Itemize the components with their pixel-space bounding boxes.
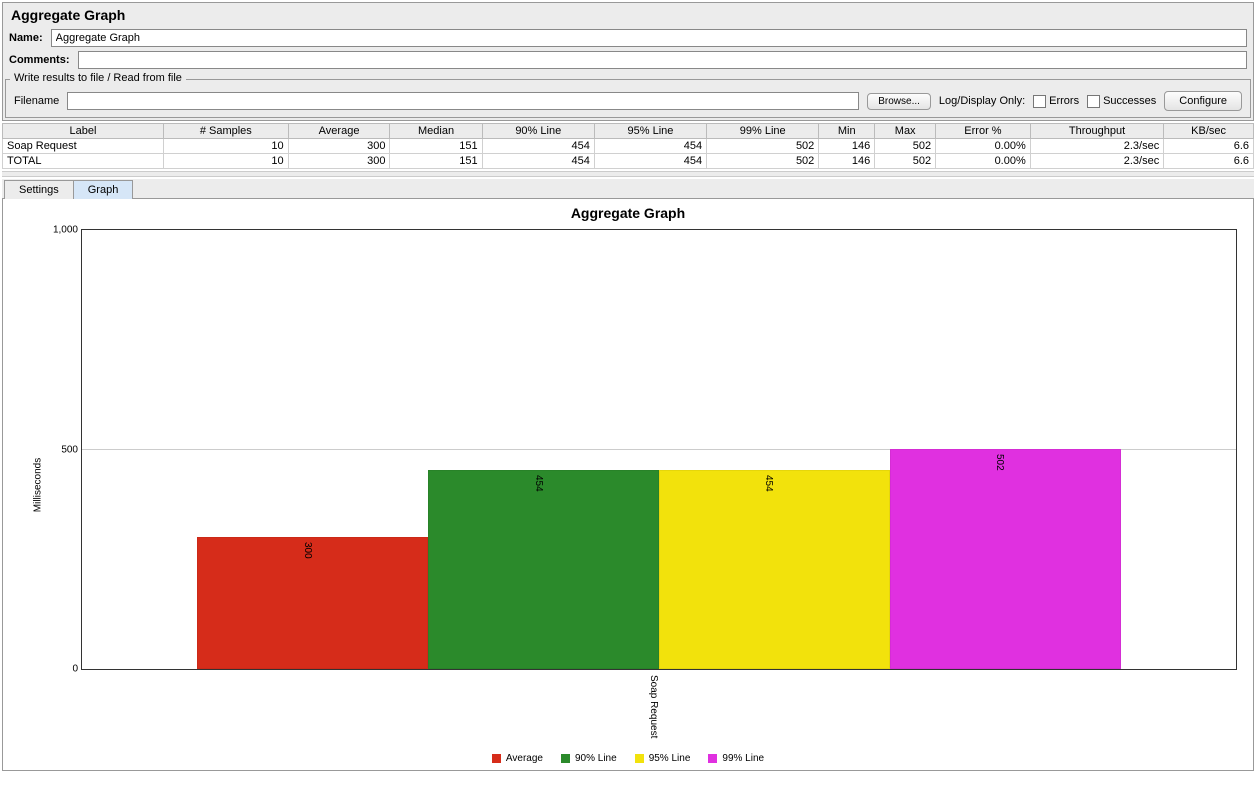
file-legend: Write results to file / Read from file	[10, 72, 186, 84]
table-cell: 502	[875, 154, 936, 169]
table-header[interactable]: Average	[288, 124, 390, 139]
errors-label: Errors	[1049, 95, 1079, 107]
tab-settings[interactable]: Settings	[4, 180, 74, 199]
bar-value-label: 300	[302, 542, 313, 559]
successes-label: Successes	[1103, 95, 1156, 107]
tab-bar: Settings Graph	[2, 179, 1254, 199]
table-header[interactable]: Error %	[936, 124, 1031, 139]
logdisplay-label: Log/Display Only:	[939, 95, 1025, 107]
configure-button[interactable]: Configure	[1164, 91, 1242, 111]
legend-swatch	[492, 754, 501, 763]
table-header[interactable]: Label	[3, 124, 164, 139]
legend-label: 99% Line	[722, 753, 764, 764]
table-cell: TOTAL	[3, 154, 164, 169]
successes-checkbox[interactable]	[1087, 95, 1100, 108]
panel-title: Aggregate Graph	[3, 3, 1253, 27]
errors-checkbox-wrap[interactable]: Errors	[1033, 95, 1079, 108]
chart-legend: Average 90% Line 95% Line 99% Line	[3, 753, 1253, 764]
plot-region: 1,000 500 0 300454454502 Soap Request	[81, 229, 1237, 670]
name-input[interactable]	[51, 29, 1247, 47]
table-cell: 502	[875, 139, 936, 154]
table-header[interactable]: KB/sec	[1164, 124, 1254, 139]
chart-area: Aggregate Graph Milliseconds 1,000 500 0…	[2, 199, 1254, 771]
table-cell: 454	[594, 139, 706, 154]
legend-label: Average	[506, 753, 543, 764]
successes-checkbox-wrap[interactable]: Successes	[1087, 95, 1156, 108]
table-cell: 151	[390, 154, 482, 169]
table-cell: Soap Request	[3, 139, 164, 154]
table-cell: 146	[819, 154, 875, 169]
bar-value-label: 454	[533, 475, 544, 492]
errors-checkbox[interactable]	[1033, 95, 1046, 108]
table-cell: 151	[390, 139, 482, 154]
comments-input[interactable]	[78, 51, 1247, 69]
chart-bar: 300	[197, 537, 428, 669]
table-header[interactable]: Max	[875, 124, 936, 139]
bars-container: 300 454 454 502	[82, 230, 1236, 669]
table-cell: 454	[482, 139, 594, 154]
legend-item: 99% Line	[708, 753, 764, 764]
legend-swatch	[708, 754, 717, 763]
bar-value-label: 502	[994, 454, 1005, 471]
y-tick-0: 0	[72, 664, 78, 675]
split-divider[interactable]	[2, 171, 1254, 177]
chart-bar: 454	[659, 470, 890, 669]
table-cell: 454	[482, 154, 594, 169]
table-cell: 300	[288, 139, 390, 154]
chart-title: Aggregate Graph	[3, 199, 1253, 223]
table-cell: 2.3/sec	[1030, 154, 1163, 169]
table-row[interactable]: TOTAL103001514544545021465020.00%2.3/sec…	[3, 154, 1254, 169]
legend-item: 90% Line	[561, 753, 617, 764]
table-cell: 10	[163, 139, 288, 154]
aggregate-graph-panel: Aggregate Graph Name: Comments: Write re…	[2, 2, 1254, 121]
name-label: Name:	[9, 32, 47, 44]
table-cell: 502	[707, 139, 819, 154]
legend-item: Average	[492, 753, 543, 764]
comments-label: Comments:	[9, 54, 74, 66]
x-category-label: Soap Request	[648, 675, 659, 738]
table-row[interactable]: Soap Request103001514544545021465020.00%…	[3, 139, 1254, 154]
table-header[interactable]: # Samples	[163, 124, 288, 139]
legend-item: 95% Line	[635, 753, 691, 764]
y-tick-500: 500	[61, 444, 78, 455]
filename-label: Filename	[14, 95, 59, 107]
table-header[interactable]: Median	[390, 124, 482, 139]
browse-button[interactable]: Browse...	[867, 93, 931, 110]
chart-bar: 454	[428, 470, 659, 669]
table-cell: 2.3/sec	[1030, 139, 1163, 154]
table-cell: 300	[288, 154, 390, 169]
table-cell: 502	[707, 154, 819, 169]
results-table: Label# SamplesAverageMedian90% Line95% L…	[2, 123, 1254, 169]
table-cell: 0.00%	[936, 139, 1031, 154]
file-fieldset: Write results to file / Read from file F…	[5, 73, 1251, 118]
legend-swatch	[561, 754, 570, 763]
tab-graph[interactable]: Graph	[73, 180, 134, 199]
table-cell: 0.00%	[936, 154, 1031, 169]
bar-value-label: 454	[763, 475, 774, 492]
filename-input[interactable]	[67, 92, 859, 110]
table-cell: 454	[594, 154, 706, 169]
legend-label: 95% Line	[649, 753, 691, 764]
y-axis-label: Milliseconds	[33, 457, 44, 511]
table-header[interactable]: Throughput	[1030, 124, 1163, 139]
legend-label: 90% Line	[575, 753, 617, 764]
table-cell: 10	[163, 154, 288, 169]
table-cell: 6.6	[1164, 154, 1254, 169]
table-header[interactable]: 90% Line	[482, 124, 594, 139]
table-cell: 6.6	[1164, 139, 1254, 154]
table-cell: 146	[819, 139, 875, 154]
chart-bar: 502	[890, 449, 1121, 669]
legend-swatch	[635, 754, 644, 763]
table-header[interactable]: 95% Line	[594, 124, 706, 139]
table-header[interactable]: Min	[819, 124, 875, 139]
y-tick-1000: 1,000	[53, 225, 78, 236]
table-header[interactable]: 99% Line	[707, 124, 819, 139]
